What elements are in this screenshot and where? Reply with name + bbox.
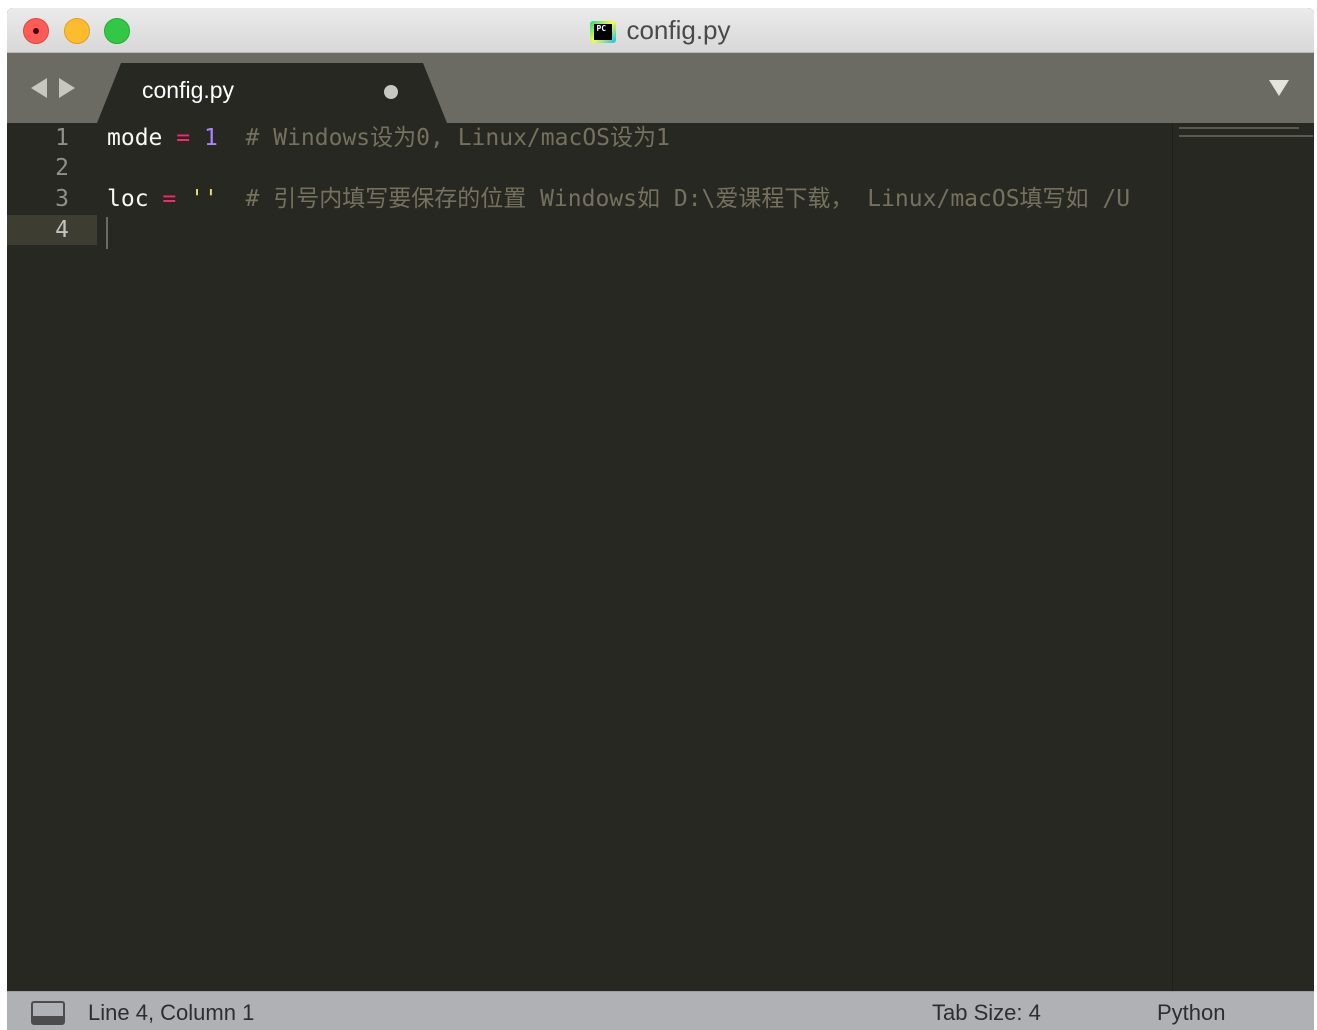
forward-arrow-icon[interactable] xyxy=(59,78,75,98)
operator: = xyxy=(162,186,177,212)
syntax-selector[interactable]: Python xyxy=(1157,1000,1226,1026)
code-line-3[interactable]: loc = '' # 引号内填写要保存的位置 Windows如 D:\爱课程下载… xyxy=(107,184,1130,214)
minimap-line xyxy=(1179,135,1313,137)
comment: # Windows设为0, Linux/macOS设为1 xyxy=(245,125,670,151)
line-number-active: 4 xyxy=(55,217,69,243)
minimap-line xyxy=(1179,127,1299,129)
comment: # 引号内填写要保存的位置 Windows如 D:\爱课程下载， Linux/m… xyxy=(245,186,1131,212)
tab-bar: config.py xyxy=(7,53,1314,123)
number-literal: 1 xyxy=(203,125,218,151)
minimap[interactable] xyxy=(1172,123,1314,991)
line-number-gutter: 1 2 3 4 xyxy=(7,123,97,991)
title-bar: PC config.py xyxy=(7,8,1314,53)
tab-label[interactable]: config.py xyxy=(142,77,234,104)
identifier: loc xyxy=(107,186,149,212)
back-arrow-icon[interactable] xyxy=(31,78,47,98)
string-literal: '' xyxy=(190,186,218,212)
line-number: 1 xyxy=(55,125,69,151)
tab-dropdown-icon[interactable] xyxy=(1269,80,1289,96)
operator: = xyxy=(176,125,191,151)
status-bar: Line 4, Column 1 Tab Size: 4 Python xyxy=(7,991,1314,1030)
tab-size-selector[interactable]: Tab Size: 4 xyxy=(932,1000,1041,1026)
toggle-panel-icon[interactable] xyxy=(31,1001,65,1025)
text-cursor xyxy=(106,217,108,249)
window-title: config.py xyxy=(626,15,731,45)
line-number: 3 xyxy=(55,186,69,212)
pycharm-file-icon: PC xyxy=(590,19,617,43)
code-editor[interactable]: 1 2 3 4 mode = 1 # Windows设为0, Linux/mac… xyxy=(7,123,1172,991)
unsaved-dot-icon[interactable] xyxy=(384,85,398,99)
editor-window: PC config.py config.py 1 2 3 4 mode = 1 … xyxy=(7,8,1314,1030)
cursor-position[interactable]: Line 4, Column 1 xyxy=(88,1000,254,1026)
window-title-group: PC config.py xyxy=(7,8,1314,53)
line-number: 2 xyxy=(55,155,69,181)
code-line-1[interactable]: mode = 1 # Windows设为0, Linux/macOS设为1 xyxy=(107,123,670,153)
identifier: mode xyxy=(107,125,163,151)
